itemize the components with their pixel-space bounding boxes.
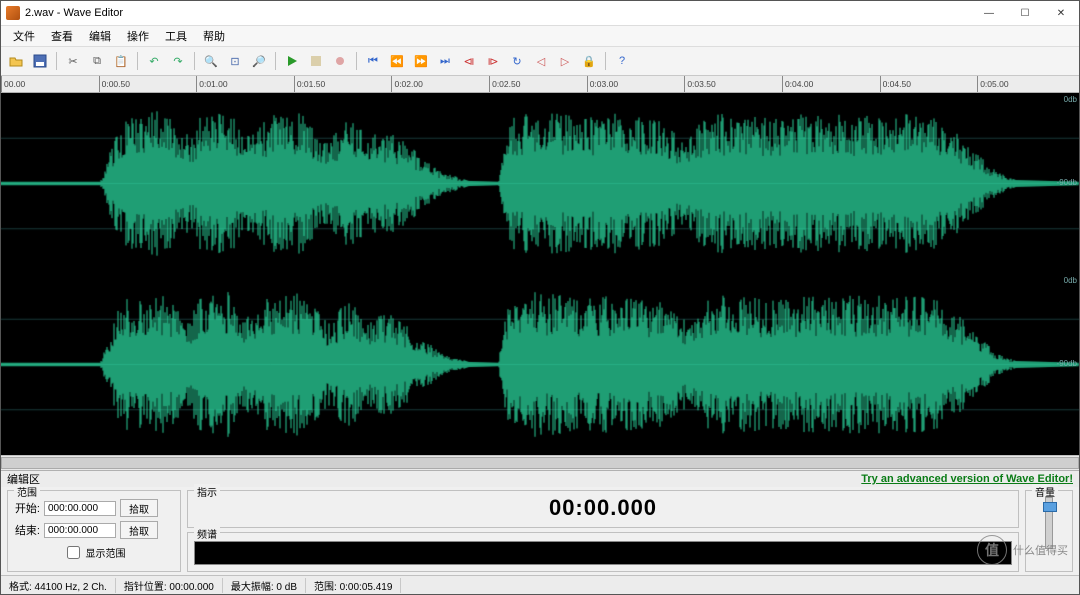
spectrum-legend: 频谱 bbox=[194, 526, 220, 541]
status-bar: 格式: 44100 Hz, 2 Ch. 指针位置: 00:00.000 最大振幅… bbox=[1, 575, 1079, 594]
volume-thumb[interactable] bbox=[1043, 502, 1057, 512]
loop-button[interactable]: ↻ bbox=[506, 50, 528, 72]
ruler-tick: 0:02.00 bbox=[391, 76, 422, 93]
volume-slider[interactable] bbox=[1045, 497, 1053, 549]
copy-button[interactable]: ⧉ bbox=[86, 50, 108, 72]
status-peak: 最大振幅: 0 dB bbox=[223, 578, 306, 593]
record-button[interactable] bbox=[329, 50, 351, 72]
ruler-tick: 0:03.00 bbox=[587, 76, 618, 93]
close-button[interactable]: ✕ bbox=[1043, 1, 1079, 25]
stop-button[interactable] bbox=[305, 50, 327, 72]
play-button[interactable] bbox=[281, 50, 303, 72]
marker-r-button[interactable]: ⧐ bbox=[482, 50, 504, 72]
ruler-tick: 0:01.50 bbox=[294, 76, 325, 93]
undo-button[interactable]: ↶ bbox=[143, 50, 165, 72]
window-title: 2.wav - Wave Editor bbox=[25, 7, 123, 19]
ruler-tick: 0:00.50 bbox=[99, 76, 130, 93]
zoom-out-button[interactable]: 🔎 bbox=[248, 50, 270, 72]
horizontal-scrollbar[interactable] bbox=[1, 455, 1079, 470]
ruler-tick: 0:03.50 bbox=[684, 76, 715, 93]
ruler-tick: 00.00 bbox=[1, 76, 25, 93]
edit-panel: 编辑区 Try an advanced version of Wave Edit… bbox=[1, 470, 1079, 575]
status-pointer: 指针位置: 00:00.000 bbox=[116, 578, 223, 593]
pick-start-button[interactable]: 拾取 bbox=[120, 499, 158, 517]
spectrum-display bbox=[194, 541, 1012, 565]
app-window: 2.wav - Wave Editor — ☐ ✕ 文件查看编辑操作工具帮助 ✂… bbox=[0, 0, 1080, 595]
menu-文件[interactable]: 文件 bbox=[5, 26, 43, 46]
menu-查看[interactable]: 查看 bbox=[43, 26, 81, 46]
paste-button[interactable]: 📋 bbox=[110, 50, 132, 72]
ruler-tick: 0:04.50 bbox=[880, 76, 911, 93]
maximize-button[interactable]: ☐ bbox=[1007, 1, 1043, 25]
menu-工具[interactable]: 工具 bbox=[157, 26, 195, 46]
nudge-l-button[interactable]: ◁ bbox=[530, 50, 552, 72]
show-range-label: 显示范围 bbox=[86, 545, 126, 560]
waveform-area: 0db-90db 0db-90db bbox=[1, 93, 1079, 470]
time-display: 00:00.000 bbox=[194, 495, 1012, 521]
help-button[interactable]: ? bbox=[611, 50, 633, 72]
waveform-right-channel[interactable]: 0db-90db bbox=[1, 274, 1079, 455]
lock-button[interactable]: 🔒 bbox=[578, 50, 600, 72]
ruler-tick: 0:02.50 bbox=[489, 76, 520, 93]
menu-编辑[interactable]: 编辑 bbox=[81, 26, 119, 46]
skip-end-button[interactable]: ⏭ bbox=[434, 50, 456, 72]
nudge-r-button[interactable]: ▷ bbox=[554, 50, 576, 72]
forward-button[interactable]: ⏩ bbox=[410, 50, 432, 72]
cut-button[interactable]: ✂ bbox=[62, 50, 84, 72]
waveform-left-channel[interactable]: 0db-90db bbox=[1, 93, 1079, 274]
scrollbar-thumb[interactable] bbox=[1, 457, 1079, 469]
zoom-fit-button[interactable]: ⊡ bbox=[224, 50, 246, 72]
skip-start-button[interactable]: ⏮ bbox=[362, 50, 384, 72]
ruler-tick: 0:01.00 bbox=[196, 76, 227, 93]
rewind-button[interactable]: ⏪ bbox=[386, 50, 408, 72]
indicator-group: 指示 00:00.000 bbox=[187, 490, 1019, 528]
volume-group: 音量 bbox=[1025, 490, 1073, 572]
start-label: 开始: bbox=[14, 500, 40, 516]
start-input[interactable] bbox=[44, 501, 116, 516]
marker-l-button[interactable]: ⧏ bbox=[458, 50, 480, 72]
status-format: 格式: 44100 Hz, 2 Ch. bbox=[1, 578, 116, 593]
menu-帮助[interactable]: 帮助 bbox=[195, 26, 233, 46]
range-legend: 范围 bbox=[14, 484, 40, 499]
status-range: 范围: 0:00:05.419 bbox=[306, 578, 401, 593]
show-range-checkbox[interactable] bbox=[67, 546, 80, 559]
menubar: 文件查看编辑操作工具帮助 bbox=[1, 26, 1079, 47]
minimize-button[interactable]: — bbox=[971, 1, 1007, 25]
toolbar: ✂⧉📋 ↶↷ 🔍⊡🔎 ⏮⏪⏩⏭⧏⧐↻◁▷🔒? bbox=[1, 47, 1079, 76]
open-button[interactable] bbox=[5, 50, 27, 72]
indicator-legend: 指示 bbox=[194, 484, 220, 499]
spectrum-group: 频谱 bbox=[187, 532, 1019, 572]
redo-button[interactable]: ↷ bbox=[167, 50, 189, 72]
end-input[interactable] bbox=[44, 523, 116, 538]
range-group: 范围 开始: 拾取 结束: 拾取 显示范围 bbox=[7, 490, 181, 572]
zoom-in-button[interactable]: 🔍 bbox=[200, 50, 222, 72]
titlebar[interactable]: 2.wav - Wave Editor — ☐ ✕ bbox=[1, 1, 1079, 26]
time-ruler[interactable]: 00.00 0:00.50 0:01.00 0:01.50 0:02.00 0:02.50… bbox=[1, 76, 1079, 93]
app-icon bbox=[6, 6, 20, 20]
pick-end-button[interactable]: 拾取 bbox=[120, 521, 158, 539]
menu-操作[interactable]: 操作 bbox=[119, 26, 157, 46]
ruler-tick: 0:05.00 bbox=[977, 76, 1008, 93]
save-button[interactable] bbox=[29, 50, 51, 72]
end-label: 结束: bbox=[14, 522, 40, 538]
ruler-tick: 0:04.00 bbox=[782, 76, 813, 93]
